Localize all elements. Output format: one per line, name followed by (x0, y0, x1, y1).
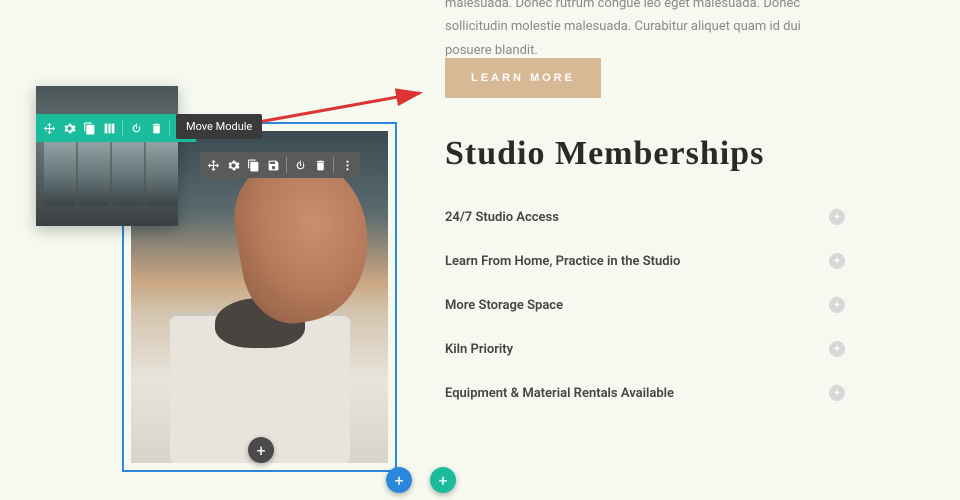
accordion-item[interactable]: Equipment & Material Rentals Available + (445, 371, 845, 415)
accordion-label: More Storage Space (445, 298, 563, 313)
toolbar-separator (286, 157, 287, 173)
power-icon[interactable] (291, 156, 309, 174)
accordion-list: 24/7 Studio Access + Learn From Home, Pra… (445, 195, 845, 415)
trash-icon[interactable] (311, 156, 329, 174)
trash-icon[interactable] (147, 119, 165, 137)
save-icon[interactable] (264, 156, 282, 174)
more-icon[interactable] (338, 156, 356, 174)
duplicate-icon[interactable] (244, 156, 262, 174)
tooltip: Move Module (176, 114, 262, 139)
accordion-label: Equipment & Material Rentals Available (445, 386, 674, 401)
floating-image-module[interactable] (36, 86, 178, 226)
plus-icon: + (829, 209, 845, 225)
move-icon[interactable] (204, 156, 222, 174)
intro-paragraph: malesuada. Donec rutrum congue leo eget … (445, 0, 845, 62)
toolbar-separator (333, 157, 334, 173)
power-icon[interactable] (127, 119, 145, 137)
add-section-button[interactable]: + (386, 467, 412, 493)
accordion-item[interactable]: Kiln Priority + (445, 327, 845, 371)
section-heading: Studio Memberships (445, 135, 764, 173)
plus-icon: + (829, 385, 845, 401)
plus-icon: + (829, 297, 845, 313)
accordion-item[interactable]: 24/7 Studio Access + (445, 195, 845, 239)
gear-icon[interactable] (60, 119, 78, 137)
toolbar-separator (169, 120, 170, 136)
accordion-item[interactable]: More Storage Space + (445, 283, 845, 327)
columns-icon[interactable] (100, 119, 118, 137)
learn-more-button[interactable]: LEARN MORE (445, 58, 601, 98)
plus-icon: + (829, 253, 845, 269)
accordion-label: 24/7 Studio Access (445, 210, 559, 225)
add-row-button[interactable]: + (430, 467, 456, 493)
add-module-button[interactable]: + (248, 437, 274, 463)
accordion-label: Learn From Home, Practice in the Studio (445, 254, 680, 269)
move-icon[interactable] (40, 119, 58, 137)
accordion-item[interactable]: Learn From Home, Practice in the Studio + (445, 239, 845, 283)
gear-icon[interactable] (224, 156, 242, 174)
plus-icon: + (829, 341, 845, 357)
module-toolbar (200, 152, 360, 178)
accordion-label: Kiln Priority (445, 342, 513, 357)
duplicate-icon[interactable] (80, 119, 98, 137)
toolbar-separator (122, 120, 123, 136)
